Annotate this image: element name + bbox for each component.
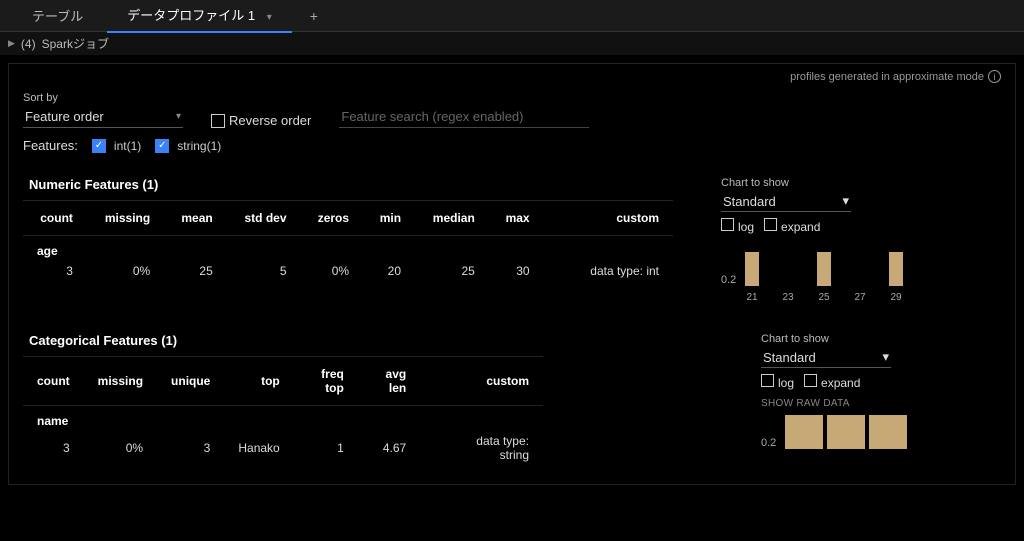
expand-triangle-icon[interactable]: ▶ [8, 38, 15, 49]
numeric-section: Numeric Features (1) count missing mean … [23, 171, 1001, 309]
checkbox-icon [211, 114, 225, 128]
feature-name: age [23, 236, 673, 259]
sort-group: Sort by Feature order ▾ [23, 92, 183, 128]
log-checkbox[interactable]: log [721, 218, 754, 234]
col-count: count [23, 357, 84, 406]
col-unique: unique [157, 357, 224, 406]
checkbox-icon: ✓ [92, 139, 106, 153]
categorical-chart-controls: Chart to show Standard ▾ log expand SHOW… [751, 327, 1001, 455]
col-missing: missing [87, 201, 164, 236]
approximate-note: profiles generated in approximate mode i [790, 70, 1001, 83]
reverse-order-checkbox[interactable]: Reverse order [211, 113, 311, 128]
chevron-down-icon: ▾ [176, 111, 181, 122]
col-zeros: zeros [301, 201, 364, 236]
col-freq: freq top [294, 357, 358, 406]
spark-label: Sparkジョブ [42, 35, 109, 52]
chart-label: Chart to show [721, 177, 991, 189]
bar [785, 415, 823, 449]
feature-search-input[interactable]: Feature search (regex enabled) [339, 106, 589, 128]
log-checkbox[interactable]: log [761, 374, 794, 390]
table-row: 3 0% 25 5 0% 20 25 30 data type: int [23, 258, 673, 284]
features-int-checkbox[interactable]: ✓ int(1) [92, 139, 141, 153]
info-icon[interactable]: i [988, 70, 1001, 83]
chevron-down-icon: ▾ [882, 349, 889, 365]
tab-data-profile[interactable]: データプロファイル 1 ▾ [107, 0, 292, 33]
categorical-title: Categorical Features (1) [23, 327, 751, 356]
bar [745, 252, 759, 286]
categorical-section: Categorical Features (1) count missing u… [23, 327, 1001, 468]
feature-name-row: age [23, 236, 673, 259]
numeric-histogram: 0.2 21 23 [721, 248, 991, 303]
numeric-chart-controls: Chart to show Standard ▾ log expand 0.2 [711, 171, 1001, 309]
col-custom: custom [544, 201, 673, 236]
col-top: top [224, 357, 293, 406]
features-title: Features: [23, 138, 78, 153]
chart-select[interactable]: Standard ▾ [721, 191, 851, 212]
features-string-checkbox[interactable]: ✓ string(1) [155, 139, 221, 153]
categorical-table: count missing unique top freq top avg le… [23, 356, 543, 468]
col-count: count [23, 201, 87, 236]
bar [869, 415, 907, 449]
profile-panel: profiles generated in approximate mode i… [8, 63, 1016, 485]
tab-bar: テーブル データプロファイル 1 ▾ + [0, 0, 1024, 32]
bar [817, 252, 831, 286]
categorical-histogram: 0.2 [761, 411, 991, 449]
feature-name-row: name [23, 406, 543, 429]
sort-select[interactable]: Feature order ▾ [23, 106, 183, 128]
chart-label: Chart to show [761, 333, 991, 345]
spark-count: (4) [21, 37, 36, 51]
feature-name: name [23, 406, 543, 429]
col-min: min [363, 201, 415, 236]
features-filter: Features: ✓ int(1) ✓ string(1) [23, 138, 1001, 153]
expand-checkbox[interactable]: expand [764, 218, 820, 234]
chevron-down-icon[interactable]: ▾ [267, 12, 272, 23]
checkbox-icon: ✓ [155, 139, 169, 153]
table-row: 3 0% 3 Hanako 1 4.67 data type: string [23, 428, 543, 468]
numeric-title: Numeric Features (1) [23, 171, 711, 200]
tab-table[interactable]: テーブル [12, 0, 103, 32]
col-avglen: avg len [358, 357, 420, 406]
tab-label: データプロファイル 1 [127, 8, 255, 23]
table-header-row: count missing unique top freq top avg le… [23, 357, 543, 406]
numeric-table: count missing mean std dev zeros min med… [23, 200, 673, 284]
col-max: max [489, 201, 544, 236]
show-raw-data-link[interactable]: SHOW RAW DATA [761, 398, 991, 409]
table-header-row: count missing mean std dev zeros min med… [23, 201, 673, 236]
chevron-down-icon: ▾ [842, 193, 849, 209]
chart-select[interactable]: Standard ▾ [761, 347, 891, 368]
col-std: std dev [227, 201, 301, 236]
col-mean: mean [164, 201, 227, 236]
bar [889, 252, 903, 286]
add-tab-button[interactable]: + [296, 8, 332, 24]
spark-jobs-row[interactable]: ▶ (4) Sparkジョブ [0, 32, 1024, 55]
expand-checkbox[interactable]: expand [804, 374, 860, 390]
sort-label: Sort by [23, 92, 183, 104]
bar [827, 415, 865, 449]
controls-row: Sort by Feature order ▾ Reverse order Fe… [23, 92, 1001, 128]
col-median: median [415, 201, 489, 236]
col-missing: missing [84, 357, 157, 406]
col-custom: custom [420, 357, 543, 406]
